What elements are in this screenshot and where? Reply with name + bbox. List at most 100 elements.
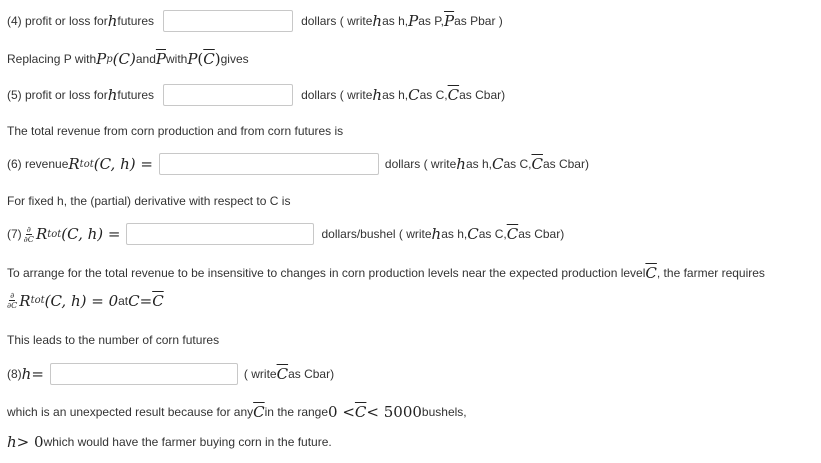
- q4-hint-P: P: [408, 12, 419, 30]
- q4-hint-Pbar: P: [444, 12, 455, 30]
- unexpected-Cbar: C: [253, 403, 265, 421]
- requires-at: at: [118, 293, 129, 308]
- q8-eq: =: [31, 365, 44, 383]
- q7-frac-den: ∂C: [23, 234, 34, 244]
- q7-hint-tail: as Cbar): [518, 227, 565, 241]
- q4-hint-mid1: as h,: [382, 14, 409, 28]
- q7-hint-mid2: as C,: [478, 227, 507, 241]
- replacing-with: with: [165, 52, 188, 66]
- q8-hint-pre: ( write: [243, 367, 277, 381]
- replacing-and: and: [135, 52, 156, 66]
- unexpected-range-b: < 5000: [366, 403, 422, 421]
- q6-hint-Cbar: C: [531, 155, 543, 173]
- total-revenue-text: The total revenue from corn production a…: [7, 124, 344, 138]
- q6-hint-mid1: as h,: [465, 157, 492, 171]
- q7-args: (C, h) =: [61, 225, 121, 243]
- replacing-P: P: [96, 50, 107, 68]
- q8-hint-tail: as Cbar): [288, 367, 335, 381]
- question-7-row: (7) ∂ ∂C Rtot (C, h) = dollars/bushel ( w…: [7, 223, 564, 245]
- requires-eq: =: [139, 291, 153, 310]
- q6-R: R: [68, 155, 80, 173]
- final-text: h > 0 which would have the farmer buying…: [7, 433, 332, 451]
- arrange-pre: To arrange for the total revenue to be i…: [7, 266, 646, 280]
- q7-hint-h: h: [431, 225, 442, 243]
- q8-label: (8): [7, 367, 22, 381]
- q4-label-tail: futures: [117, 14, 155, 28]
- unexpected-mid: in the range: [264, 405, 329, 419]
- q7-answer-input[interactable]: [126, 223, 315, 245]
- q6-hint-h: h: [456, 155, 466, 173]
- q4-var-h: h: [107, 12, 118, 30]
- replacing-Pbar: P: [155, 50, 166, 68]
- q5-answer-input[interactable]: [163, 84, 294, 106]
- q8-hint-Cbar: C: [276, 365, 289, 383]
- q6-answer-input[interactable]: [158, 153, 379, 175]
- requires-partial-derivative: ∂ ∂C: [7, 291, 17, 310]
- q8-h: h: [21, 365, 32, 383]
- unexpected-range-Cbar: C: [354, 403, 367, 421]
- q6-hint-pre: dollars ( write: [384, 157, 457, 171]
- requires-Cbar: C: [152, 291, 164, 310]
- final-tail: which would have the farmer buying corn …: [43, 435, 332, 449]
- q7-hint-C: C: [467, 225, 479, 243]
- final-gt: > 0: [16, 433, 44, 451]
- leads-text: This leads to the number of corn futures: [7, 333, 220, 347]
- unexpected-text: which is an unexpected result because fo…: [7, 403, 467, 421]
- q7-R-sub: tot: [47, 228, 62, 240]
- requires-R: R: [19, 291, 31, 310]
- question-5-row: (5) profit or loss for h futures dollars…: [7, 84, 505, 106]
- q7-hint-mid1: as h,: [441, 227, 468, 241]
- q4-hint-tail: as Pbar ): [454, 14, 503, 28]
- q4-hint-pre: dollars ( write: [301, 14, 373, 28]
- requires-args: (C, h) = 0: [44, 291, 119, 310]
- q5-hint-pre: dollars ( write: [301, 88, 373, 102]
- requires-frac-num: ∂: [9, 291, 16, 301]
- requires-C: C: [128, 291, 140, 310]
- q7-R: R: [35, 225, 48, 243]
- arrange-text: To arrange for the total revenue to be i…: [7, 264, 765, 282]
- q6-hint-mid2: as C,: [503, 157, 532, 171]
- unexpected-range-a: 0 <: [328, 403, 355, 421]
- q5-hint-mid1: as h,: [382, 88, 409, 102]
- replacing-P2: P: [187, 50, 198, 68]
- q8-answer-input[interactable]: [49, 363, 238, 385]
- unexpected-tail: bushels,: [421, 405, 467, 419]
- arrange-tail: , the farmer requires: [656, 266, 765, 280]
- replacing-line: Replacing P with Pp (C) and P with P(C) g…: [7, 50, 249, 68]
- q6-label: (6) revenue: [7, 157, 69, 171]
- requires-equation: ∂ ∂C Rtot (C, h) = 0 at C = C: [7, 291, 164, 310]
- q5-label-tail: futures: [117, 88, 155, 102]
- q5-hint-C: C: [408, 86, 420, 104]
- replacing-C-arg: (C): [112, 50, 136, 68]
- final-h: h: [7, 433, 17, 451]
- q4-answer-input[interactable]: [163, 10, 294, 32]
- q7-hint-Cbar: C: [506, 225, 519, 243]
- q4-hint-mid2: as P,: [418, 14, 445, 28]
- q4-hint-h: h: [372, 12, 383, 30]
- q7-label: (7): [7, 227, 22, 241]
- replacing-Cbar: C: [203, 50, 215, 68]
- question-6-row: (6) revenue Rtot (C, h) = dollars ( write…: [7, 153, 589, 175]
- q7-partial-derivative: ∂ ∂C: [24, 225, 34, 244]
- q5-hint-tail: as Cbar): [459, 88, 506, 102]
- question-4-row: (4) profit or loss for h futures dollars…: [7, 10, 503, 32]
- unexpected-pre: which is an unexpected result because fo…: [7, 405, 254, 419]
- q6-R-sub: tot: [79, 158, 94, 170]
- q6-args: (C, h) =: [93, 155, 153, 173]
- q5-hint-h: h: [372, 86, 383, 104]
- q6-hint-C: C: [491, 155, 504, 173]
- q6-hint-tail: as Cbar): [542, 157, 589, 171]
- replacing-gives: gives: [220, 52, 249, 66]
- replacing-pre: Replacing P with: [7, 52, 97, 66]
- q4-label: (4) profit or loss for: [7, 14, 108, 28]
- q5-label: (5) profit or loss for: [7, 88, 108, 102]
- arrange-Cbar: C: [645, 264, 657, 282]
- requires-R-sub: tot: [30, 295, 45, 306]
- requires-frac-den: ∂C: [7, 301, 18, 310]
- q5-hint-mid2: as C,: [419, 88, 448, 102]
- q7-frac-num: ∂: [25, 224, 32, 235]
- fixed-h-text: For fixed h, the (partial) derivative wi…: [7, 194, 291, 208]
- q5-hint-Cbar: C: [447, 86, 460, 104]
- question-8-row: (8) h = ( write C as Cbar): [7, 363, 334, 385]
- q5-var-h: h: [107, 86, 118, 104]
